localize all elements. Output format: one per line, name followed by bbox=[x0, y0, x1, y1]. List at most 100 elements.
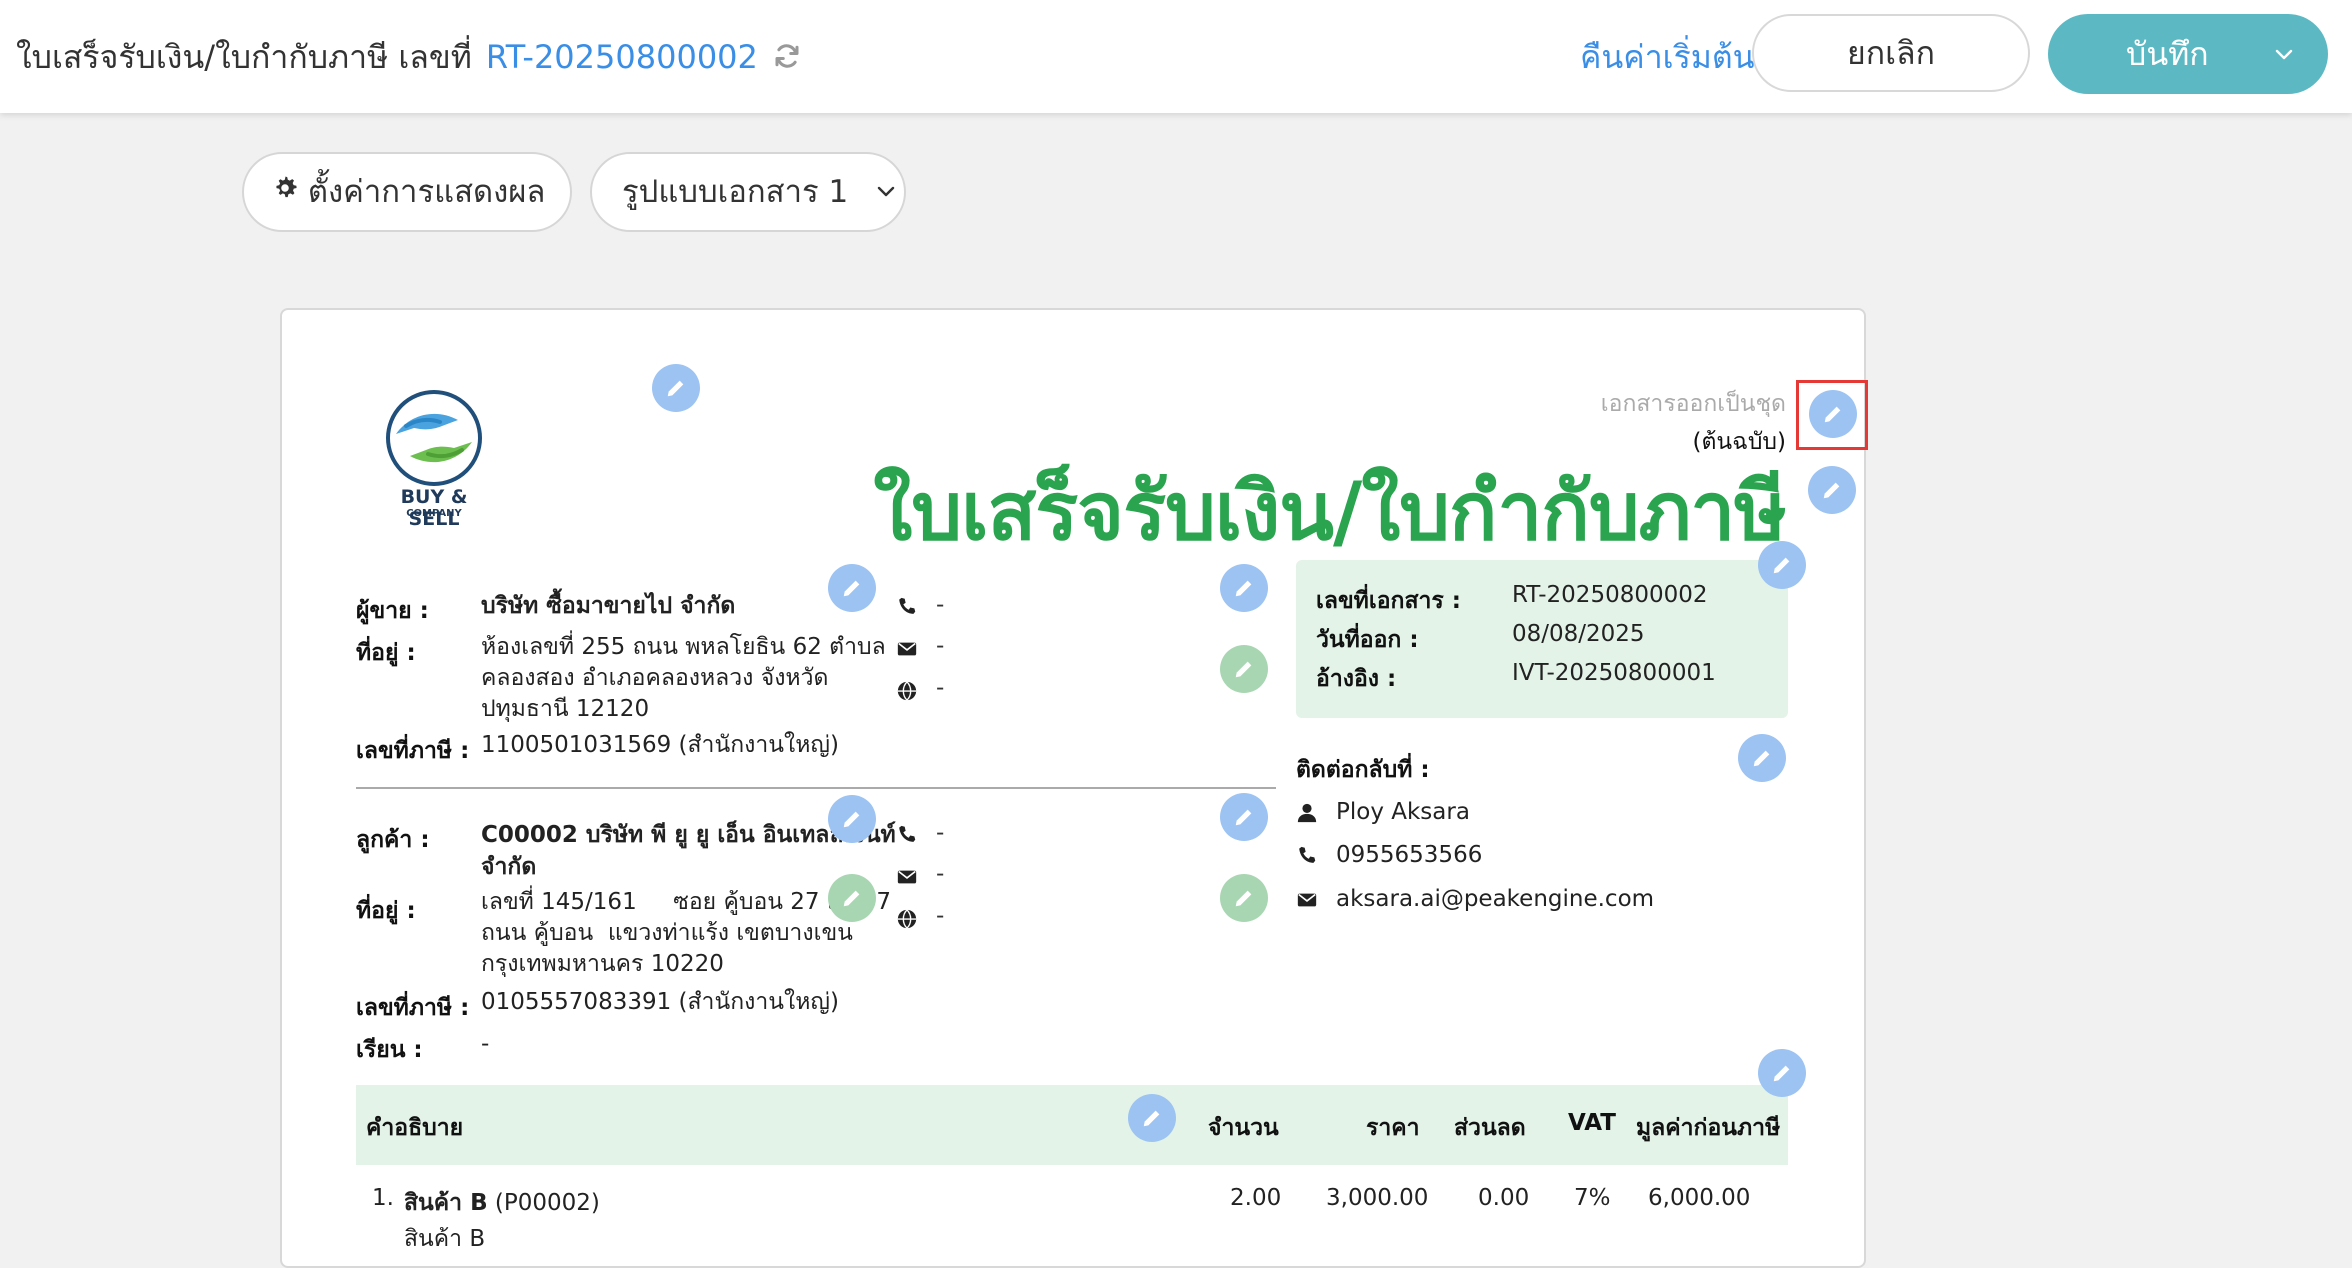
seller-label: ผู้ขาย : bbox=[356, 598, 429, 624]
globe-icon bbox=[897, 908, 917, 930]
info-docno-label: เลขที่เอกสาร : bbox=[1316, 588, 1461, 614]
seller-website: - bbox=[936, 675, 945, 701]
col-amount: มูลค่าก่อนภาษี bbox=[1636, 1115, 1781, 1141]
phone-icon bbox=[899, 825, 916, 842]
contact-label: ติดต่อกลับที่ : bbox=[1296, 757, 1430, 783]
col-desc: คำอธิบาย bbox=[366, 1115, 464, 1141]
chevron-down-icon[interactable] bbox=[2274, 44, 2294, 64]
col-qty: จำนวน bbox=[1208, 1115, 1279, 1141]
customer-address-line-2: ถนน คู้บอน แขวงท่าแร้ง เขตบางเขน bbox=[481, 920, 853, 946]
company-logo: BUY & SELL COMPANY bbox=[376, 386, 492, 530]
pencil-icon bbox=[843, 811, 860, 828]
item-code: (P00002) bbox=[494, 1190, 600, 1216]
display-settings-button[interactable]: ตั้งค่าการแสดงผล bbox=[242, 152, 572, 232]
customer-attn-label: เรียน : bbox=[356, 1037, 423, 1063]
pencil-icon bbox=[1235, 580, 1252, 597]
save-button[interactable]: บันทึก bbox=[2048, 14, 2328, 94]
document-title: ใบเสร็จรับเงิน/ใบกำกับภาษี bbox=[873, 465, 1787, 558]
page-title: ใบเสร็จรับเงิน/ใบกำกับภาษี เลขที่ RT-2025… bbox=[16, 32, 802, 83]
pencil-icon bbox=[1235, 890, 1252, 907]
item-qty: 2.00 bbox=[1230, 1185, 1282, 1211]
document-format-label: รูปแบบเอกสาร 1 bbox=[622, 174, 849, 210]
seller-tax-label: เลขที่ภาษี : bbox=[356, 738, 470, 764]
col-discount: ส่วนลด bbox=[1454, 1115, 1526, 1141]
item-no: 1. bbox=[372, 1185, 394, 1211]
edit-seller-button[interactable] bbox=[828, 564, 876, 612]
edit-customer-extra-button[interactable] bbox=[828, 874, 876, 922]
contact-name: Ploy Aksara bbox=[1336, 799, 1470, 825]
logo-subtext: COMPANY bbox=[406, 508, 462, 519]
section-divider bbox=[356, 787, 1276, 789]
edit-description-column-button[interactable] bbox=[1128, 1094, 1176, 1142]
edit-customer-button[interactable] bbox=[828, 795, 876, 843]
edit-seller-contact-button[interactable] bbox=[1220, 564, 1268, 612]
contact-phone: 0955653566 bbox=[1336, 842, 1483, 868]
item-name: สินค้า B (P00002) bbox=[404, 1185, 600, 1221]
info-ref: IVT-20250800001 bbox=[1512, 660, 1716, 686]
cancel-button[interactable]: ยกเลิก bbox=[1752, 14, 2030, 92]
seller-phone: - bbox=[936, 592, 945, 618]
edit-customer-extra-2-button[interactable] bbox=[1220, 874, 1268, 922]
refresh-icon[interactable] bbox=[772, 41, 802, 71]
seller-email: - bbox=[936, 633, 945, 659]
item-name-bold: สินค้า B bbox=[404, 1190, 488, 1216]
customer-attn: - bbox=[481, 1031, 490, 1057]
phone-icon bbox=[1299, 846, 1316, 863]
pencil-icon bbox=[1823, 482, 1840, 499]
highlight-box bbox=[1796, 380, 1868, 450]
top-bar: ใบเสร็จรับเงิน/ใบกำกับภาษี เลขที่ RT-2025… bbox=[0, 0, 2352, 113]
customer-phone: - bbox=[936, 820, 945, 846]
col-vat: VAT bbox=[1568, 1110, 1616, 1136]
mail-icon bbox=[897, 642, 917, 656]
pencil-icon bbox=[843, 890, 860, 907]
document-format-dropdown[interactable]: รูปแบบเอกสาร 1 bbox=[590, 152, 906, 232]
customer-label: ลูกค้า : bbox=[356, 827, 430, 853]
customer-website: - bbox=[936, 903, 945, 929]
mail-icon bbox=[897, 870, 917, 884]
save-button-label: บันทึก bbox=[2126, 35, 2209, 73]
display-settings-label: ตั้งค่าการแสดงผล bbox=[307, 174, 546, 210]
pencil-icon bbox=[1753, 750, 1770, 767]
seller-name: บริษัท ซื้อมาขายไป จำกัด bbox=[481, 593, 736, 619]
item-amount: 6,000.00 bbox=[1648, 1185, 1751, 1211]
seller-address-line-2: คลองสอง อำเภอคลองหลวง จังหวัด bbox=[481, 665, 829, 691]
edit-customer-contact-button[interactable] bbox=[1220, 793, 1268, 841]
phone-icon bbox=[899, 597, 916, 614]
pencil-icon bbox=[1773, 557, 1790, 574]
copy-note: เอกสารออกเป็นชุด bbox=[1600, 391, 1786, 417]
edit-title-button[interactable] bbox=[1808, 466, 1856, 514]
info-ref-label: อ้างอิง : bbox=[1316, 666, 1397, 692]
pencil-icon bbox=[843, 580, 860, 597]
pencil-icon bbox=[1235, 809, 1252, 826]
edit-logo-button[interactable] bbox=[652, 364, 700, 412]
pencil-icon bbox=[667, 380, 684, 397]
pencil-icon bbox=[1235, 661, 1252, 678]
seller-address-line-3: ปทุมธานี 12120 bbox=[481, 696, 650, 722]
customer-name-line-2: จำกัด bbox=[481, 854, 537, 880]
item-price: 3,000.00 bbox=[1326, 1185, 1429, 1211]
edit-table-button[interactable] bbox=[1758, 1049, 1806, 1097]
info-docno: RT-20250800002 bbox=[1512, 582, 1708, 608]
item-vat: 7% bbox=[1574, 1185, 1611, 1211]
edit-seller-extra-button[interactable] bbox=[1220, 645, 1268, 693]
contact-email: aksara.ai@peakengine.com bbox=[1336, 886, 1655, 912]
col-price: ราคา bbox=[1366, 1115, 1420, 1141]
seller-address-label: ที่อยู่ : bbox=[356, 640, 416, 666]
seller-address-line-1: ห้องเลขที่ 255 ถนน พหลโยธิน 62 ตำบล bbox=[481, 634, 886, 660]
item-discount: 0.00 bbox=[1478, 1185, 1530, 1211]
seller-tax-id: 1100501031569 (สำนักงานใหญ่) bbox=[481, 732, 839, 758]
edit-info-box-button[interactable] bbox=[1758, 541, 1806, 589]
pencil-icon bbox=[1773, 1065, 1790, 1082]
customer-tax-id: 0105557083391 (สำนักงานใหญ่) bbox=[481, 989, 839, 1015]
person-icon bbox=[1297, 803, 1317, 823]
info-date: 08/08/2025 bbox=[1512, 621, 1645, 647]
document-number: RT-20250800002 bbox=[485, 38, 758, 76]
pencil-icon bbox=[1143, 1110, 1160, 1127]
edit-contact-button[interactable] bbox=[1738, 734, 1786, 782]
globe-icon bbox=[897, 680, 917, 702]
reset-default-link[interactable]: คืนค่าเริ่มต้น bbox=[1580, 32, 1755, 83]
chevron-down-icon bbox=[876, 153, 896, 229]
info-date-label: วันที่ออก : bbox=[1316, 627, 1419, 653]
customer-address-label: ที่อยู่ : bbox=[356, 898, 416, 924]
gear-icon bbox=[272, 153, 298, 229]
